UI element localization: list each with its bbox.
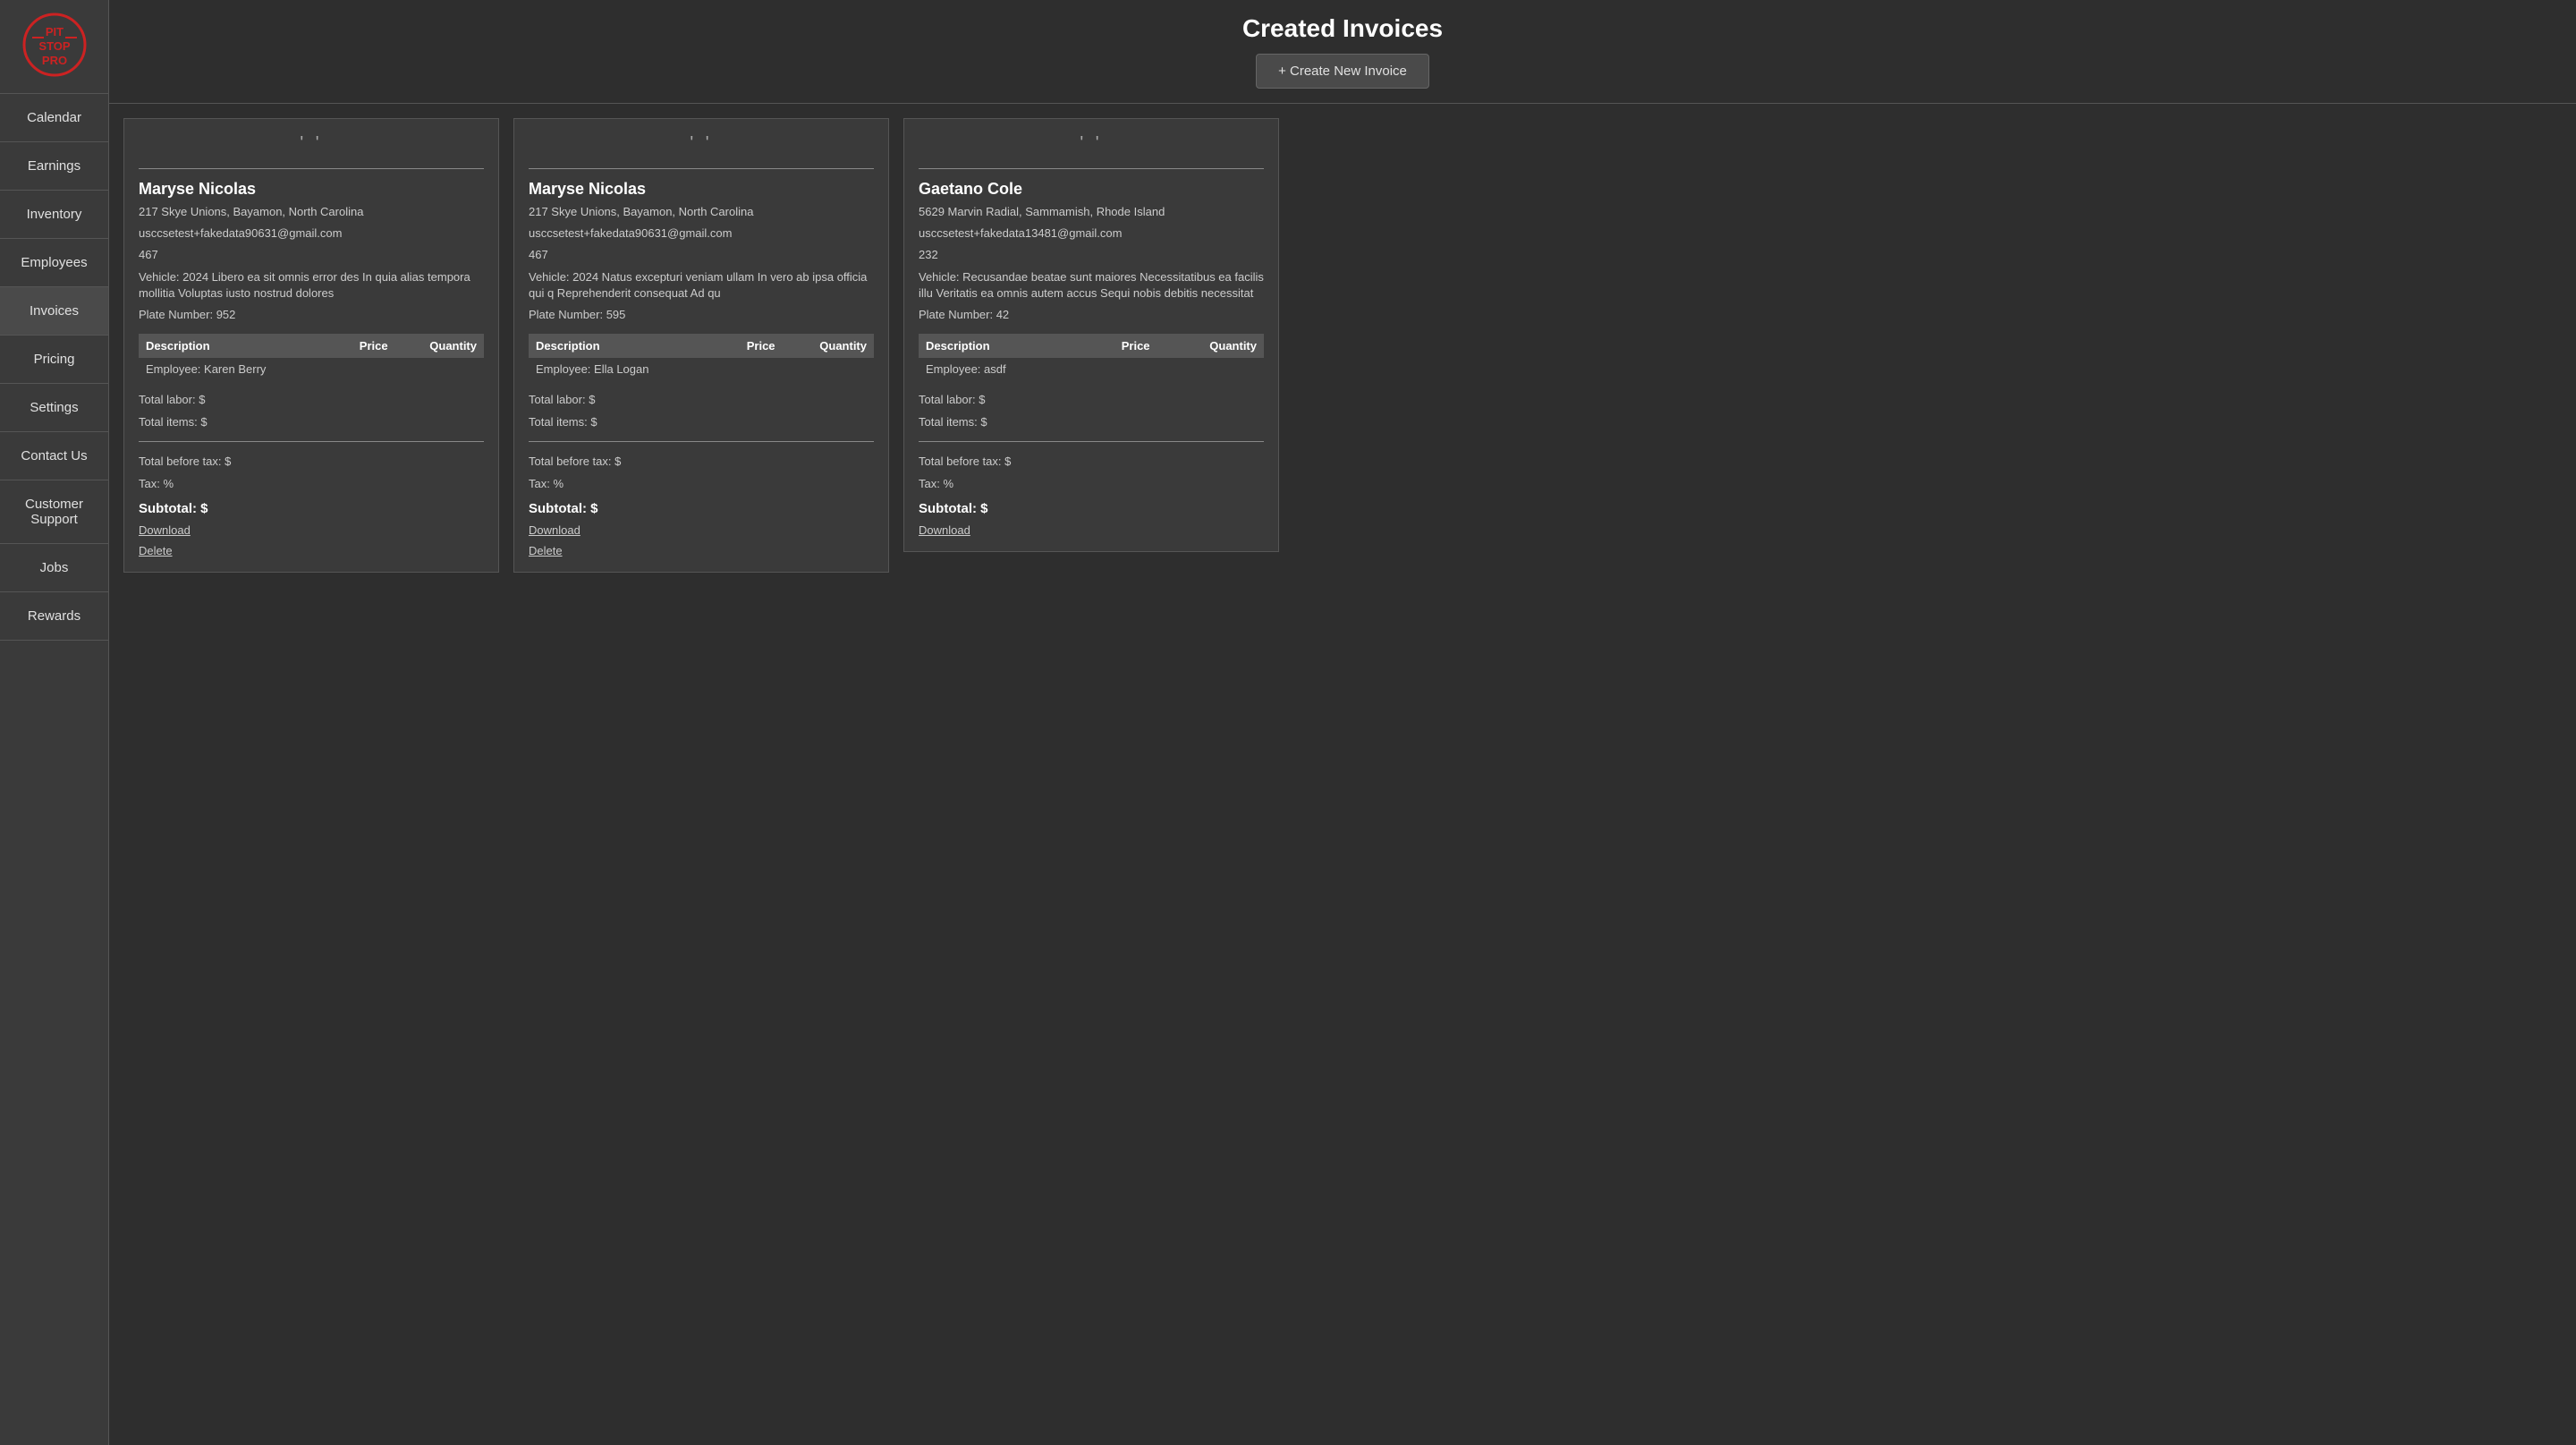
invoice-quote-1: ' ' (529, 133, 874, 154)
invoice-vehicle-1: Vehicle: 2024 Natus excepturi veniam ull… (529, 269, 874, 302)
nav-items: CalendarEarningsInventoryEmployeesInvoic… (0, 94, 108, 641)
invoice-total-before_tax-2: Total before tax: $ (919, 453, 1264, 470)
invoice-vehicle-2: Vehicle: Recusandae beatae sunt maiores … (919, 269, 1264, 302)
table-header-price: Price (718, 334, 782, 358)
invoice-divider-top-1 (529, 168, 874, 169)
invoice-id-0: 467 (139, 247, 484, 263)
table-header-description: Description (919, 334, 1082, 358)
invoice-id-2: 232 (919, 247, 1264, 263)
invoice-plate-1: Plate Number: 595 (529, 307, 874, 323)
table-header-quantity: Quantity (1157, 334, 1264, 358)
page-title: Created Invoices (131, 14, 2555, 43)
table-cell-quantity (395, 358, 484, 380)
invoice-download-1[interactable]: Download (529, 523, 874, 537)
invoice-divider-mid-2 (919, 441, 1264, 442)
invoice-download-2[interactable]: Download (919, 523, 1264, 537)
invoice-divider-top-2 (919, 168, 1264, 169)
invoice-download-0[interactable]: Download (139, 523, 484, 537)
invoice-email-2: usccsetest+fakedata13481@gmail.com (919, 225, 1264, 242)
logo-area: PIT STOP PRO (0, 0, 108, 94)
table-cell-price (1082, 358, 1157, 380)
sidebar-item-invoices[interactable]: Invoices (0, 287, 108, 336)
svg-text:STOP: STOP (38, 39, 70, 53)
invoice-delete-1[interactable]: Delete (529, 544, 874, 557)
svg-text:PRO: PRO (41, 54, 66, 67)
invoice-total-before_tax-1: Total before tax: $ (529, 453, 874, 470)
table-header-description: Description (139, 334, 333, 358)
table-cell-description: Employee: asdf (919, 358, 1082, 380)
invoice-vehicle-0: Vehicle: 2024 Libero ea sit omnis error … (139, 269, 484, 302)
invoice-plate-0: Plate Number: 952 (139, 307, 484, 323)
invoice-table-0: DescriptionPriceQuantity Employee: Karen … (139, 334, 484, 380)
invoice-address-0: 217 Skye Unions, Bayamon, North Carolina (139, 204, 484, 220)
sidebar-item-rewards[interactable]: Rewards (0, 592, 108, 641)
sidebar-item-customer-support[interactable]: Customer Support (0, 480, 108, 544)
table-cell-quantity (1157, 358, 1264, 380)
svg-text:PIT: PIT (45, 25, 63, 38)
invoice-quote-2: ' ' (919, 133, 1264, 154)
invoice-total-labor-0: Total labor: $ (139, 391, 484, 408)
invoice-quote-0: ' ' (139, 133, 484, 154)
invoice-table-2: DescriptionPriceQuantity Employee: asdf (919, 334, 1264, 380)
table-cell-description: Employee: Ella Logan (529, 358, 718, 380)
invoice-subtotal-0: Subtotal: $ (139, 501, 484, 516)
invoice-name-2: Gaetano Cole (919, 180, 1264, 199)
invoice-table-1: DescriptionPriceQuantity Employee: Ella L… (529, 334, 874, 380)
invoice-subtotal-2: Subtotal: $ (919, 501, 1264, 516)
sidebar-item-pricing[interactable]: Pricing (0, 336, 108, 384)
sidebar-item-inventory[interactable]: Inventory (0, 191, 108, 239)
invoice-email-1: usccsetest+fakedata90631@gmail.com (529, 225, 874, 242)
invoice-address-2: 5629 Marvin Radial, Sammamish, Rhode Isl… (919, 204, 1264, 220)
invoice-tax-1: Tax: % (529, 475, 874, 492)
table-cell-description: Employee: Karen Berry (139, 358, 333, 380)
table-row-0: Employee: asdf (919, 358, 1264, 380)
invoice-card-1: ' ' Maryse Nicolas 217 Skye Unions, Bayamo… (513, 118, 889, 573)
app-logo: PIT STOP PRO (19, 11, 90, 82)
invoice-email-0: usccsetest+fakedata90631@gmail.com (139, 225, 484, 242)
sidebar-item-earnings[interactable]: Earnings (0, 142, 108, 191)
table-header-quantity: Quantity (395, 334, 484, 358)
invoice-id-1: 467 (529, 247, 874, 263)
table-row-0: Employee: Karen Berry (139, 358, 484, 380)
invoice-tax-0: Tax: % (139, 475, 484, 492)
invoice-tax-2: Tax: % (919, 475, 1264, 492)
invoice-card-0: ' ' Maryse Nicolas 217 Skye Unions, Bayamo… (123, 118, 499, 573)
main-content: Created Invoices + Create New Invoice ' … (109, 0, 2576, 1445)
invoice-address-1: 217 Skye Unions, Bayamon, North Carolina (529, 204, 874, 220)
invoice-total-items-1: Total items: $ (529, 413, 874, 430)
sidebar-item-calendar[interactable]: Calendar (0, 94, 108, 142)
invoice-delete-0[interactable]: Delete (139, 544, 484, 557)
invoice-divider-mid-1 (529, 441, 874, 442)
table-row-0: Employee: Ella Logan (529, 358, 874, 380)
invoice-divider-top-0 (139, 168, 484, 169)
sidebar-item-contact-us[interactable]: Contact Us (0, 432, 108, 480)
invoice-divider-mid-0 (139, 441, 484, 442)
table-cell-quantity (783, 358, 874, 380)
invoice-plate-2: Plate Number: 42 (919, 307, 1264, 323)
table-cell-price (333, 358, 394, 380)
table-header-description: Description (529, 334, 718, 358)
invoice-name-1: Maryse Nicolas (529, 180, 874, 199)
invoice-name-0: Maryse Nicolas (139, 180, 484, 199)
table-cell-price (718, 358, 782, 380)
invoice-total-items-0: Total items: $ (139, 413, 484, 430)
page-header: Created Invoices + Create New Invoice (109, 0, 2576, 104)
sidebar-item-jobs[interactable]: Jobs (0, 544, 108, 592)
invoice-subtotal-1: Subtotal: $ (529, 501, 874, 516)
sidebar-item-settings[interactable]: Settings (0, 384, 108, 432)
invoice-total-labor-1: Total labor: $ (529, 391, 874, 408)
sidebar: PIT STOP PRO CalendarEarningsInventoryEm… (0, 0, 109, 1445)
invoice-total-items-2: Total items: $ (919, 413, 1264, 430)
invoice-total-labor-2: Total labor: $ (919, 391, 1264, 408)
sidebar-item-employees[interactable]: Employees (0, 239, 108, 287)
table-header-price: Price (333, 334, 394, 358)
invoice-total-before_tax-0: Total before tax: $ (139, 453, 484, 470)
table-header-price: Price (1082, 334, 1157, 358)
create-invoice-button[interactable]: + Create New Invoice (1256, 54, 1429, 89)
invoice-card-2: ' ' Gaetano Cole 5629 Marvin Radial, Samma… (903, 118, 1279, 552)
table-header-quantity: Quantity (783, 334, 874, 358)
invoices-container: ' ' Maryse Nicolas 217 Skye Unions, Bayamo… (109, 104, 2576, 1445)
